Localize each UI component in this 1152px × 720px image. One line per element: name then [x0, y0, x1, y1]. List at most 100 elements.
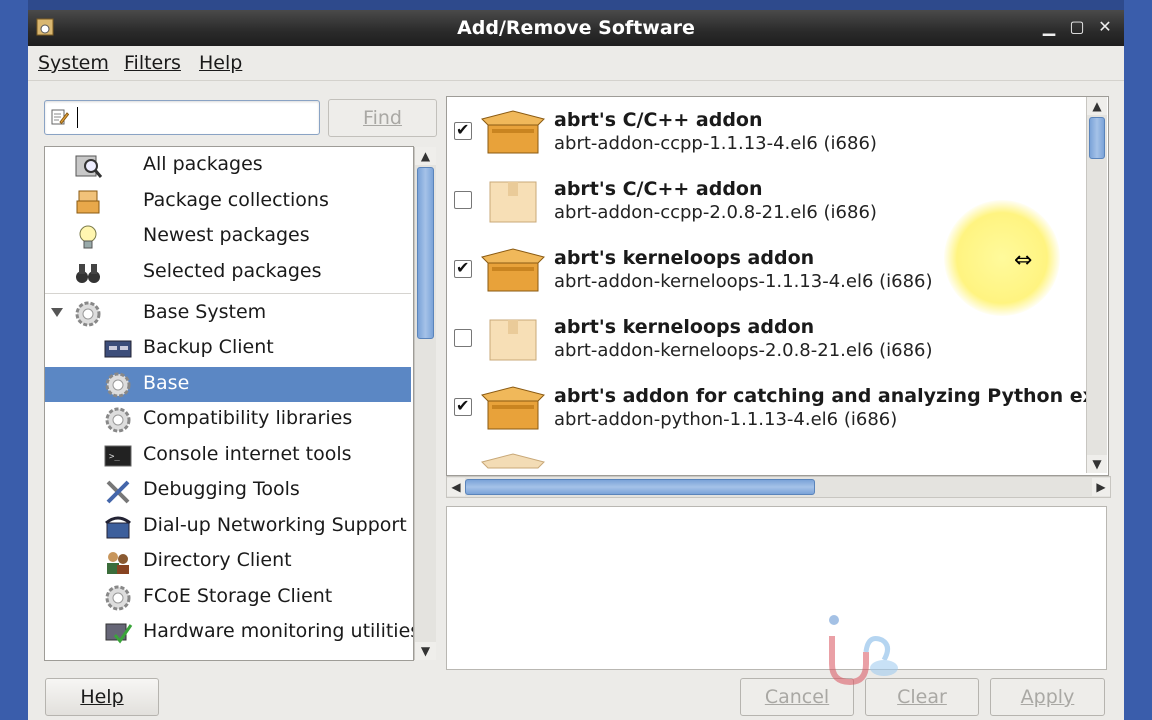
resize-cursor-icon: ⇔: [1014, 248, 1033, 273]
scroll-thumb[interactable]: [417, 167, 434, 339]
package-version: abrt-addon-python-1.1.13-4.el6 (i686): [554, 409, 898, 430]
text-caret: [77, 107, 78, 128]
package-checkbox[interactable]: [454, 329, 472, 347]
title-bar[interactable]: Add/Remove Software ▁ ▢ ✕: [28, 10, 1124, 46]
tree-item-directory-client[interactable]: Directory Client: [45, 544, 411, 579]
tree-item-console-internet-tools[interactable]: >_ Console internet tools: [45, 438, 411, 473]
package-list-hscrollbar[interactable]: ◀ ▶: [446, 476, 1111, 498]
scroll-down-icon[interactable]: ▼: [415, 642, 436, 660]
scroll-down-icon[interactable]: ▼: [1087, 455, 1107, 473]
scroll-left-icon[interactable]: ◀: [447, 478, 465, 496]
expander-arrow-icon[interactable]: [51, 308, 63, 317]
gear-icon: [105, 407, 131, 433]
search-input[interactable]: [44, 100, 320, 135]
package-row[interactable]: ✔ abrt's addon for catching and analyzin…: [447, 373, 1095, 442]
tree-item-label: Directory Client: [143, 549, 292, 571]
desktop-background-right: [1124, 0, 1152, 720]
tree-item-fcoe-storage-client[interactable]: FCoE Storage Client: [45, 580, 411, 615]
menu-bar: System Filters Help: [28, 46, 1124, 81]
package-version: abrt-addon-ccpp-2.0.8-21.el6 (i686): [554, 202, 877, 223]
tree-item-debugging-tools[interactable]: Debugging Tools: [45, 473, 411, 508]
package-checkbox[interactable]: ✔: [454, 396, 472, 416]
tree-item-dial-up-networking-support[interactable]: Dial-up Networking Support: [45, 509, 411, 544]
watermark-logo: [829, 615, 898, 686]
tree-item-selected-packages[interactable]: Selected packages: [45, 255, 411, 290]
maximize-icon[interactable]: ▢: [1066, 16, 1088, 38]
tree-item-label: FCoE Storage Client: [143, 585, 333, 607]
package-details-pane: [446, 506, 1107, 670]
scroll-right-icon[interactable]: ▶: [1092, 478, 1110, 496]
binoculars-icon: [76, 264, 100, 283]
scroll-up-icon[interactable]: ▲: [1087, 97, 1107, 115]
tape-drive-icon: [104, 340, 132, 358]
tree-item-newest-packages[interactable]: Newest packages: [45, 219, 411, 254]
package-box-icon: [481, 248, 545, 292]
tree-item-label: Base System: [143, 301, 267, 323]
tree-item-label: Hardware monitoring utilities: [143, 620, 414, 642]
scroll-thumb[interactable]: [1089, 117, 1105, 159]
menu-filters[interactable]: Filters: [124, 52, 181, 74]
edit-icon: [51, 109, 69, 125]
package-checkbox[interactable]: ✔: [454, 258, 472, 278]
package-row[interactable]: ✔ abrt's C/C++ addon abrt-addon-ccpp-1.1…: [447, 97, 1083, 166]
package-box-icon: [481, 110, 545, 154]
tree-item-compatibility-libraries[interactable]: Compatibility libraries: [45, 402, 411, 437]
terminal-icon: >_: [104, 445, 132, 467]
tree-item-package-collections[interactable]: Package collections: [45, 184, 411, 219]
tree-item-label: Console internet tools: [143, 443, 352, 465]
find-button[interactable]: Find: [328, 99, 437, 137]
package-name: abrt's kerneloops addon: [554, 316, 815, 338]
package-checkbox[interactable]: ✔: [454, 120, 472, 140]
package-list-scrollbar[interactable]: ▲ ▼: [1086, 97, 1107, 473]
gear-icon: [75, 301, 101, 327]
svg-text:>_: >_: [109, 452, 120, 462]
package-version: abrt-addon-ccpp-1.1.13-4.el6 (i686): [554, 133, 877, 154]
help-button[interactable]: Help: [45, 678, 159, 716]
users-icon: [107, 552, 129, 574]
package-box-icon: [481, 386, 545, 430]
tree-item-label: Base: [143, 372, 190, 394]
monitor-check-icon: [105, 623, 133, 644]
group-tree: All packages Package collections Newest …: [44, 146, 414, 661]
phone-icon: [105, 516, 131, 539]
tree-separator: [45, 293, 411, 294]
close-icon[interactable]: ✕: [1094, 16, 1116, 38]
package-checkbox[interactable]: [454, 191, 472, 209]
tree-item-all-packages[interactable]: All packages: [45, 148, 411, 183]
tree-item-label: Selected packages: [143, 260, 322, 282]
package-version: abrt-addon-kerneloops-2.0.8-21.el6 (i686…: [554, 340, 933, 361]
menu-system[interactable]: System: [38, 52, 109, 74]
tools-icon: [106, 480, 130, 504]
tree-item-base-system[interactable]: Base System: [45, 296, 411, 331]
apply-button[interactable]: Apply: [990, 678, 1105, 716]
tree-item-label: All packages: [143, 153, 263, 175]
magnifier-box-icon: [75, 155, 103, 178]
package-stack-icon: [76, 190, 100, 214]
scroll-thumb[interactable]: [465, 479, 815, 495]
scroll-up-icon[interactable]: ▲: [415, 147, 436, 165]
tree-scrollbar[interactable]: ▲ ▼: [414, 147, 436, 660]
package-box-icon: [489, 181, 537, 223]
package-row-partial[interactable]: [447, 442, 1083, 475]
minimize-icon[interactable]: ▁: [1038, 16, 1060, 38]
tree-item-base[interactable]: Base: [45, 367, 411, 402]
tree-item-backup-client[interactable]: Backup Client: [45, 331, 411, 366]
menu-help[interactable]: Help: [199, 52, 242, 74]
window-title: Add/Remove Software: [457, 17, 695, 39]
package-name: abrt's kerneloops addon: [554, 247, 815, 269]
package-name: abrt's C/C++ addon: [554, 178, 763, 200]
package-box-icon: [489, 319, 537, 361]
gear-icon: [105, 585, 131, 611]
package-name: abrt's addon for catching and analyzing …: [554, 385, 1095, 407]
tree-item-label: Compatibility libraries: [143, 407, 353, 429]
tree-item-label: Dial-up Networking Support: [143, 514, 407, 536]
tree-item-label: Backup Client: [143, 336, 274, 358]
package-version: abrt-addon-kerneloops-1.1.13-4.el6 (i686…: [554, 271, 933, 292]
gear-icon: [105, 372, 131, 398]
cursor-highlight: [944, 200, 1060, 316]
package-box-icon: [481, 453, 545, 469]
lightbulb-icon: [79, 225, 97, 249]
add-remove-software-window: Add/Remove Software ▁ ▢ ✕ System Filters…: [28, 10, 1124, 720]
tree-item-label: Debugging Tools: [143, 478, 300, 500]
tree-item-hardware-monitoring-utilities[interactable]: Hardware monitoring utilities: [45, 615, 414, 650]
